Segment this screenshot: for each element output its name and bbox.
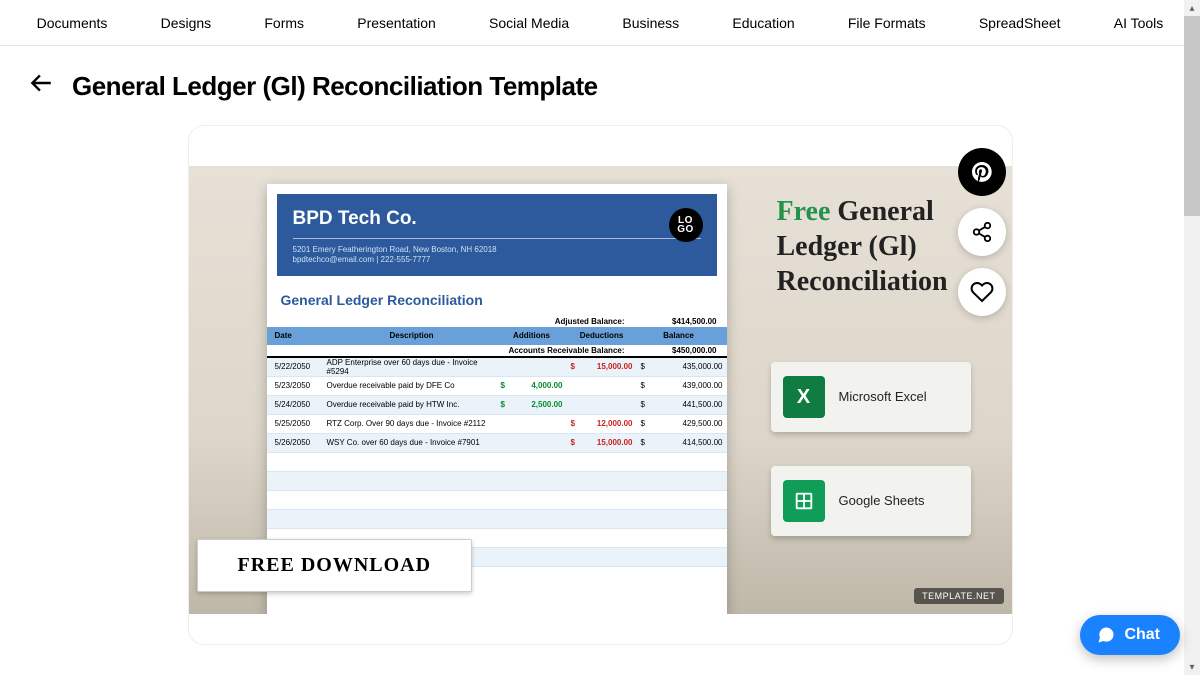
back-arrow-icon[interactable] bbox=[28, 70, 54, 103]
excel-icon: X bbox=[783, 376, 825, 418]
ar-balance-label: Accounts Receivable Balance: bbox=[485, 346, 625, 355]
pinterest-icon[interactable] bbox=[958, 148, 1006, 196]
table-row: 5/23/2050Overdue receivable paid by DFE … bbox=[267, 377, 727, 396]
col-description: Description bbox=[327, 331, 497, 340]
nav-documents[interactable]: Documents bbox=[29, 3, 116, 43]
top-nav: Documents Designs Forms Presentation Soc… bbox=[0, 0, 1200, 46]
table-row: 5/26/2050WSY Co. over 60 days due - Invo… bbox=[267, 434, 727, 453]
scrollbar[interactable]: ▴ ▾ bbox=[1184, 0, 1200, 675]
adjusted-balance-value: $414,500.00 bbox=[647, 317, 717, 326]
share-icon[interactable] bbox=[958, 208, 1006, 256]
scroll-up-icon[interactable]: ▴ bbox=[1184, 0, 1200, 16]
nav-social-media[interactable]: Social Media bbox=[481, 3, 577, 43]
page-header: General Ledger (Gl) Reconciliation Templ… bbox=[0, 46, 1200, 121]
col-balance: Balance bbox=[637, 331, 727, 340]
table-header: Date Description Additions Deductions Ba… bbox=[267, 327, 727, 345]
company-name: BPD Tech Co. bbox=[293, 208, 701, 230]
chat-label: Chat bbox=[1124, 626, 1160, 644]
excel-label: Microsoft Excel bbox=[839, 389, 927, 405]
nav-designs[interactable]: Designs bbox=[153, 3, 220, 43]
free-download-button[interactable]: FREE DOWNLOAD bbox=[197, 539, 473, 592]
nav-forms[interactable]: Forms bbox=[256, 3, 312, 43]
logo-icon: LOGO bbox=[669, 208, 703, 242]
nav-spreadsheet[interactable]: SpreadSheet bbox=[971, 3, 1069, 43]
company-address: 5201 Emery Featherington Road, New Bosto… bbox=[293, 245, 701, 255]
nav-file-formats[interactable]: File Formats bbox=[840, 3, 934, 43]
nav-education[interactable]: Education bbox=[724, 3, 802, 43]
table-row: 5/25/2050RTZ Corp. Over 90 days due - In… bbox=[267, 415, 727, 434]
nav-business[interactable]: Business bbox=[614, 3, 687, 43]
scroll-down-icon[interactable]: ▾ bbox=[1184, 659, 1200, 675]
excel-card[interactable]: X Microsoft Excel bbox=[771, 362, 971, 432]
google-sheets-card[interactable]: Google Sheets bbox=[771, 466, 971, 536]
table-row: 5/24/2050Overdue receivable paid by HTW … bbox=[267, 396, 727, 415]
company-contact: bpdtechco@email.com | 222-555-7777 bbox=[293, 255, 701, 265]
sheets-icon bbox=[783, 480, 825, 522]
page-title: General Ledger (Gl) Reconciliation Templ… bbox=[72, 71, 598, 102]
table-row: 5/22/2050ADP Enterprise over 60 days due… bbox=[267, 358, 727, 377]
chat-icon bbox=[1096, 625, 1116, 645]
table-row-empty bbox=[267, 472, 727, 491]
ar-balance-row: Accounts Receivable Balance: $450,000.00 bbox=[267, 345, 727, 358]
free-label: Free bbox=[777, 196, 831, 227]
nav-presentation[interactable]: Presentation bbox=[349, 3, 444, 43]
watermark: TEMPLATE.NET bbox=[914, 588, 1003, 604]
table-row-empty bbox=[267, 510, 727, 529]
table-body: 5/22/2050ADP Enterprise over 60 days due… bbox=[267, 358, 727, 567]
chat-button[interactable]: Chat bbox=[1080, 615, 1180, 655]
heart-icon[interactable] bbox=[958, 268, 1006, 316]
table-row-empty bbox=[267, 491, 727, 510]
nav-ai-tools[interactable]: AI Tools bbox=[1106, 3, 1172, 43]
template-preview-image: BPD Tech Co. 5201 Emery Featherington Ro… bbox=[189, 166, 1013, 614]
col-additions: Additions bbox=[497, 331, 567, 340]
col-deductions: Deductions bbox=[567, 331, 637, 340]
document-title: General Ledger Reconciliation bbox=[267, 286, 727, 316]
adjusted-balance-row: Adjusted Balance: $414,500.00 bbox=[267, 316, 727, 327]
preview-card: BPD Tech Co. 5201 Emery Featherington Ro… bbox=[188, 125, 1013, 645]
sheets-label: Google Sheets bbox=[839, 493, 925, 509]
ar-balance-value: $450,000.00 bbox=[647, 346, 717, 355]
table-row-empty bbox=[267, 453, 727, 472]
action-buttons bbox=[958, 148, 1006, 316]
scroll-thumb[interactable] bbox=[1184, 16, 1200, 216]
adjusted-balance-label: Adjusted Balance: bbox=[485, 317, 625, 326]
col-date: Date bbox=[267, 331, 327, 340]
